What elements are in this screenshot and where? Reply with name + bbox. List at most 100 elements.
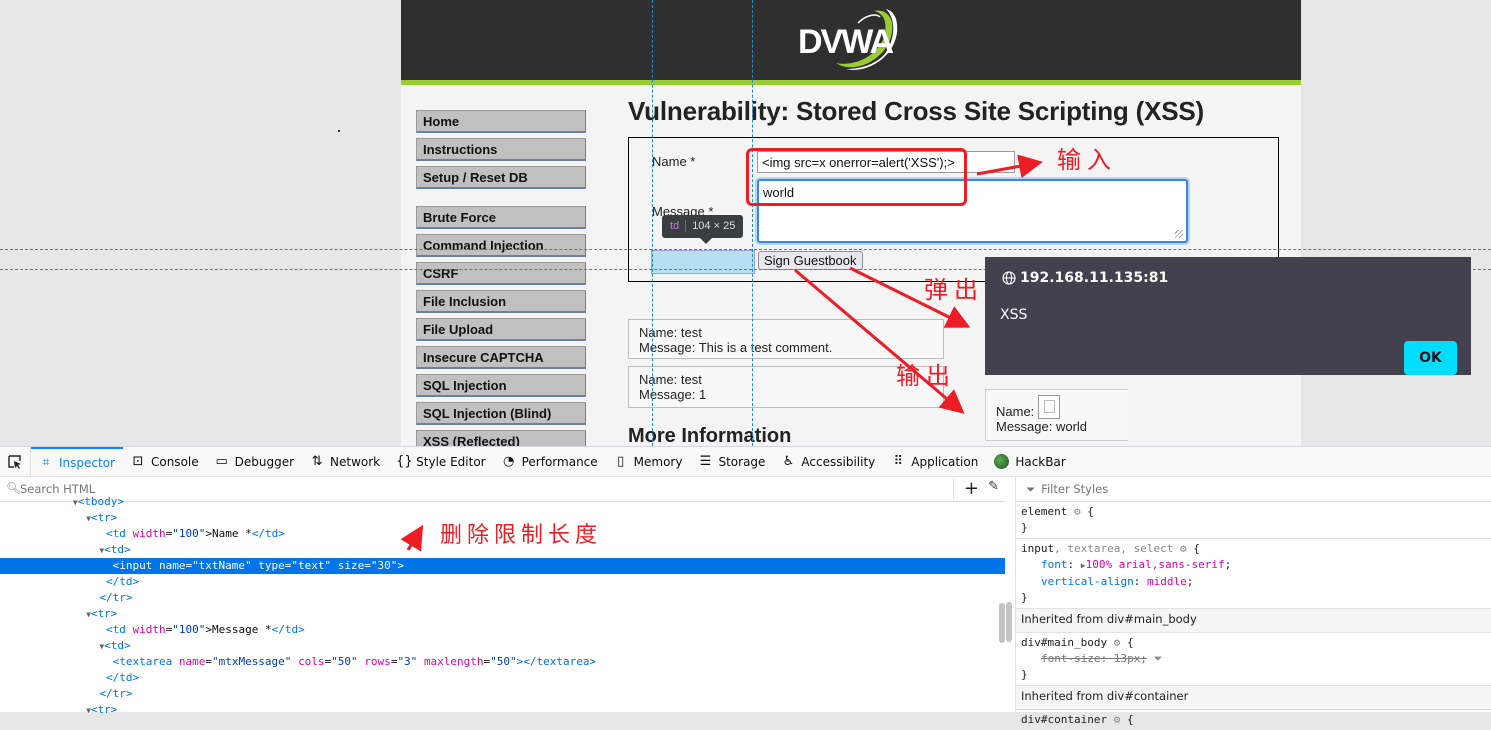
styles-scrollbar[interactable] xyxy=(1006,602,1012,642)
dvwa-header: DVWA xyxy=(401,0,1301,85)
tab-debugger[interactable]: ▭ Debugger xyxy=(207,447,302,476)
entry-message: Message: 1 xyxy=(639,387,707,402)
inherited-header: Inherited from div#main_body xyxy=(1016,609,1491,633)
rule-options-icon[interactable]: ⚙ xyxy=(1114,636,1121,649)
tab-label: Style Editor xyxy=(416,454,486,469)
tab-label: Application xyxy=(911,454,979,469)
devtools-panel: ⌗ Inspector ⊡ Console ▭ Debugger ⇅ Network {… xyxy=(0,446,1491,726)
tab-label: Inspector xyxy=(59,455,115,470)
debugger-icon: ▭ xyxy=(215,454,228,469)
menu-item-command-injection[interactable]: Command Injection xyxy=(416,234,586,257)
tab-label: Memory xyxy=(633,454,683,469)
tab-memory[interactable]: ▯ Memory xyxy=(606,447,691,476)
dvwa-page: DVWA Home Instructions Setup / Reset DB … xyxy=(401,0,1301,446)
tab-application[interactable]: ⠿ Application xyxy=(883,447,986,476)
sign-guestbook-button[interactable]: Sign Guestbook xyxy=(758,251,863,270)
element-picker-button[interactable] xyxy=(0,447,31,476)
style-editor-icon: {} xyxy=(396,454,413,469)
annotation-input-label: 输入 xyxy=(1057,146,1117,174)
markup-row[interactable]: ▼<tr> xyxy=(0,702,1005,718)
markup-row[interactable]: </td> xyxy=(0,670,1005,686)
tab-inspector[interactable]: ⌗ Inspector xyxy=(31,447,123,476)
console-icon: ⊡ xyxy=(132,454,144,469)
menu-item-xss-reflected[interactable]: XSS (Reflected) xyxy=(416,430,586,446)
menu-item-csrf[interactable]: CSRF xyxy=(416,262,586,285)
filter-styles-row: ⏷ xyxy=(1016,477,1491,502)
rule-options-icon[interactable]: ⚙ xyxy=(1180,542,1187,555)
markup-row-selected[interactable]: <input name="txtName" type="text" size="… xyxy=(0,558,1005,574)
tab-label: Performance xyxy=(521,454,598,469)
menu-item-file-inclusion[interactable]: File Inclusion xyxy=(416,290,586,313)
menu-item-sql-injection[interactable]: SQL Injection xyxy=(416,374,586,397)
browser-viewport: DVWA Home Instructions Setup / Reset DB … xyxy=(0,0,1491,446)
entry-message: Message: This is a test comment. xyxy=(639,340,833,355)
markup-row[interactable]: <textarea name="mtxMessage" cols="50" ro… xyxy=(0,654,1005,670)
markup-row[interactable]: </tr> xyxy=(0,686,1005,702)
tab-accessibility[interactable]: ♿ Accessibility xyxy=(773,447,883,476)
eyedropper-icon[interactable]: ✎ xyxy=(988,479,999,494)
tab-label: Accessibility xyxy=(801,454,876,469)
element-picker-icon xyxy=(8,454,21,469)
rule-options-icon[interactable]: ⚙ xyxy=(1074,505,1081,518)
menu-item-instructions[interactable]: Instructions xyxy=(416,138,586,161)
css-rule-input[interactable]: input, textarea, select ⚙ { font: ▶100% … xyxy=(1016,539,1491,609)
resize-grip-icon[interactable] xyxy=(1175,230,1183,238)
globe-icon xyxy=(1002,271,1016,285)
menu-group-vulnerabilities: Brute Force Command Injection CSRF File … xyxy=(416,206,586,446)
menu-item-home[interactable]: Home xyxy=(416,110,586,133)
filter-icon[interactable]: ⏷ xyxy=(1154,652,1163,665)
annotation-remove-limit-label: 删除限制长度 xyxy=(440,523,603,548)
guide-line-vertical xyxy=(652,0,653,446)
menu-item-insecure-captcha[interactable]: Insecure CAPTCHA xyxy=(416,346,586,369)
memory-icon: ▯ xyxy=(617,454,625,469)
markup-row[interactable]: </tr> xyxy=(0,590,1005,606)
alert-origin-text: 192.168.11.135:81 xyxy=(1020,270,1169,286)
annotation-popup-label: 弹出 xyxy=(924,276,984,304)
xss-guestbook-entry: Name: Message: world xyxy=(985,389,1128,441)
filter-styles-input[interactable] xyxy=(1039,481,1344,497)
stray-dot xyxy=(338,130,340,132)
menu-item-sql-injection-blind[interactable]: SQL Injection (Blind) xyxy=(416,402,586,425)
tab-storage[interactable]: ☰ Storage xyxy=(690,447,773,476)
tab-style-editor[interactable]: {} Style Editor xyxy=(388,447,493,476)
tab-performance[interactable]: ◔ Performance xyxy=(494,447,606,476)
tooltip-size: 104 × 25 xyxy=(692,220,736,232)
entry-name: Name: xyxy=(996,404,1035,419)
annotation-red-box xyxy=(746,148,967,206)
sidebar-menu: Home Instructions Setup / Reset DB Brute… xyxy=(416,110,586,446)
tab-console[interactable]: ⊡ Console xyxy=(123,447,207,476)
markup-row[interactable]: </td> xyxy=(0,574,1005,590)
alert-ok-button[interactable]: OK xyxy=(1404,341,1457,375)
menu-item-brute-force[interactable]: Brute Force xyxy=(416,206,586,229)
network-icon: ⇅ xyxy=(311,454,323,469)
tab-label: Storage xyxy=(718,454,766,469)
entry-name: Name: test xyxy=(639,325,702,340)
tab-hackbar[interactable]: HackBar xyxy=(986,447,1073,476)
css-rule-main-body[interactable]: div#main_body ⚙ { font-size: 13px; ⏷ } xyxy=(1016,633,1491,686)
storage-icon: ☰ xyxy=(699,454,712,469)
css-rule-element[interactable]: element ⚙ { } xyxy=(1016,502,1491,539)
markup-panel: 🔍︎ + ✎ ▼<tbody> ▼<tr> <td width="100">Na… xyxy=(0,477,1005,716)
markup-row[interactable]: ▼<td> xyxy=(0,638,1005,654)
devtools-tabbar: ⌗ Inspector ⊡ Console ▭ Debugger ⇅ Network {… xyxy=(0,447,1491,477)
accessibility-icon: ♿ xyxy=(782,454,795,469)
alert-dialog: 192.168.11.135:81 XSS OK xyxy=(985,257,1471,375)
guide-line-horizontal xyxy=(0,249,1491,250)
markup-row[interactable]: <td width="100">Message *</td> xyxy=(0,622,1005,638)
inspector-icon: ⌗ xyxy=(42,455,50,470)
menu-item-file-upload[interactable]: File Upload xyxy=(416,318,586,341)
inspector-tooltip: td 104 × 25 xyxy=(662,215,744,244)
alert-message: XSS xyxy=(1000,307,1028,323)
entry-name: Name: test xyxy=(639,372,702,387)
filter-icon: ⏷ xyxy=(1026,481,1036,496)
menu-item-setup-reset-db[interactable]: Setup / Reset DB xyxy=(416,166,586,189)
tooltip-tag: td xyxy=(670,220,680,232)
markup-row[interactable]: ▼<tr> xyxy=(0,606,1005,622)
markup-scrollbar[interactable] xyxy=(999,603,1005,643)
tab-network[interactable]: ⇅ Network xyxy=(302,447,388,476)
css-rule-container[interactable]: div#container ⚙ { xyxy=(1016,710,1491,730)
markup-row[interactable]: ▼<tbody> xyxy=(0,494,1005,510)
broken-image-icon xyxy=(1037,395,1060,419)
tab-label: Debugger xyxy=(234,454,295,469)
rule-options-icon[interactable]: ⚙ xyxy=(1114,713,1121,726)
